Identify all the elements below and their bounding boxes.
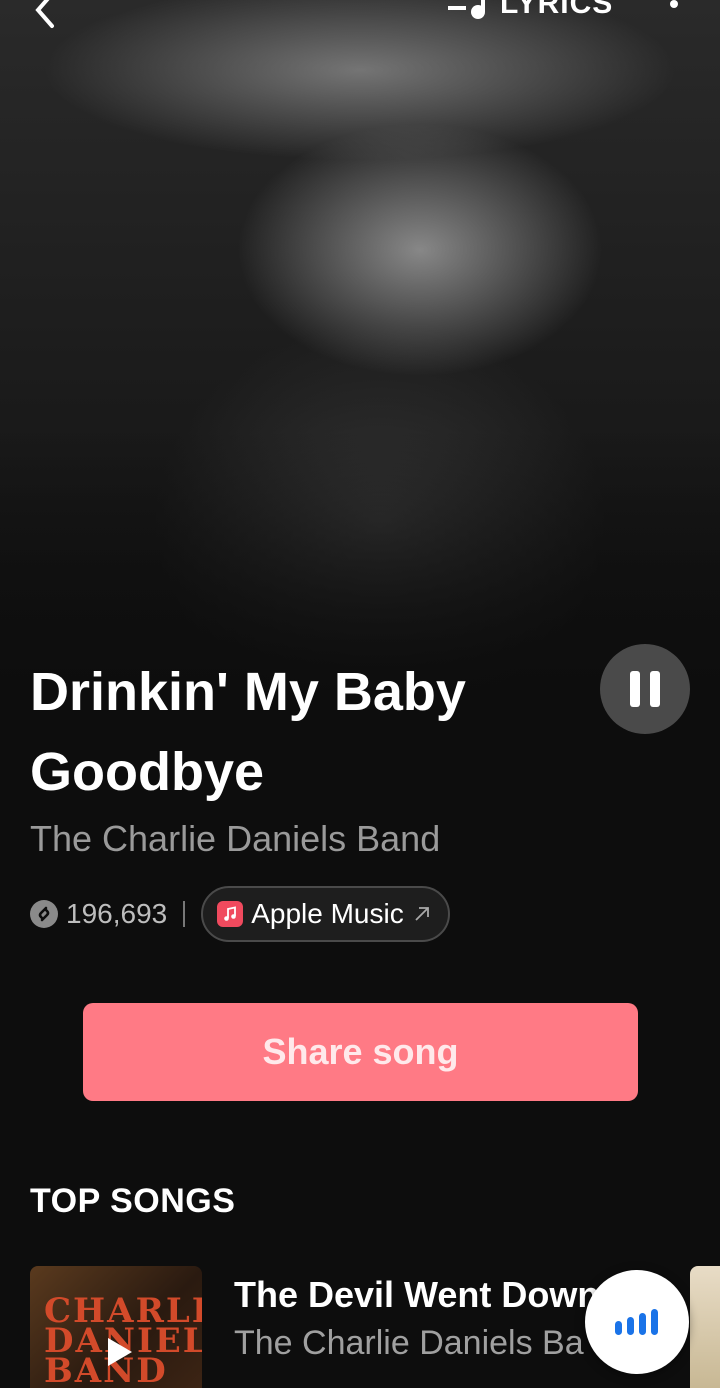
apple-music-icon (217, 901, 244, 927)
pause-button[interactable] (600, 644, 690, 734)
back-button[interactable] (26, 0, 66, 30)
song-artist: The Charlie Daniels Ba (234, 1324, 584, 1362)
stats-divider (183, 901, 186, 927)
audio-bars-icon (615, 1309, 658, 1335)
apple-music-label: Apple Music (251, 898, 404, 929)
chevron-left-icon (35, 0, 54, 28)
shazam-listening-button[interactable] (585, 1270, 689, 1374)
shazam-icon (30, 900, 58, 928)
external-link-icon (415, 907, 429, 921)
track-title: Drinkin' My Baby Goodbye (30, 662, 466, 802)
lyrics-note-icon (448, 0, 485, 19)
track-stats: 196,693 Apple Music (30, 886, 450, 942)
next-song-artwork[interactable] (690, 1266, 720, 1388)
top-songs-heading: TOP SONGS (30, 1182, 236, 1220)
song-title: The Devil Went Down (234, 1274, 600, 1315)
more-vertical-icon (670, 0, 678, 8)
shazam-count: 196,693 (66, 898, 168, 929)
track-artist[interactable]: The Charlie Daniels Band (30, 818, 440, 860)
lyrics-label: LYRICS (500, 0, 614, 20)
lyrics-button[interactable]: LYRICS (446, 0, 613, 22)
play-icon (108, 1338, 132, 1366)
pause-icon (630, 671, 660, 707)
more-options-button[interactable] (662, 0, 686, 20)
apple-music-button[interactable]: Apple Music (201, 886, 450, 942)
share-song-button[interactable]: Share song (83, 1003, 638, 1101)
song-artwork[interactable]: CHARLIEDANIELSBAND (30, 1266, 202, 1388)
